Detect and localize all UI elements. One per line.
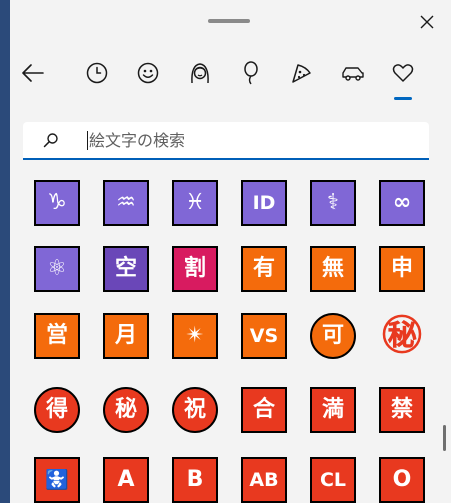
balloon-icon — [241, 61, 261, 89]
emoji-tile[interactable]: 申 — [379, 246, 425, 292]
pizza-icon — [291, 62, 313, 88]
scrollbar-thumb[interactable] — [443, 425, 446, 451]
emoji-tile-label: ♒ — [116, 190, 136, 215]
emoji-tile-label: 得 — [45, 397, 68, 422]
emoji-tile-label: ✴ — [185, 323, 205, 348]
emoji-tile-label: ID — [252, 191, 276, 214]
person-icon — [189, 61, 211, 89]
close-button[interactable] — [414, 10, 440, 36]
text-caret — [87, 131, 88, 150]
emoji-tile[interactable]: 営 — [34, 313, 80, 359]
tab-smileys[interactable] — [133, 58, 163, 92]
emoji-tile[interactable]: A — [103, 457, 149, 503]
emoji-tile-label: B — [186, 467, 204, 492]
tab-celebration[interactable] — [236, 58, 266, 92]
emoji-tile-label: AB — [249, 468, 279, 491]
clock-icon — [86, 62, 108, 88]
emoji-tile-label: ⚛ — [47, 256, 67, 281]
emoji-tile-label: 禁 — [390, 397, 413, 422]
heart-icon — [392, 63, 414, 87]
emoji-tile-label: CL — [319, 468, 347, 491]
tab-people[interactable] — [185, 58, 215, 92]
emoji-tile[interactable]: O — [379, 457, 425, 503]
emoji-tile[interactable]: 満 — [310, 387, 356, 433]
emoji-tile-label: VS — [249, 324, 279, 347]
emoji-tile[interactable]: B — [172, 457, 218, 503]
emoji-grid: ♑ ♒ ♓ ID ⚕ ∞ ⚛ 空割有無申営月 ✴ VS 可㊙得秘祝合満禁 🚼 A B AB CL O — [10, 168, 451, 503]
emoji-tile[interactable]: 秘 — [103, 387, 149, 433]
emoji-tile[interactable]: ⚛ — [34, 246, 80, 292]
emoji-tile-label: ♓ — [185, 190, 205, 215]
emoji-tile-label: ㊙ — [382, 313, 422, 359]
emoji-tile[interactable]: CL — [310, 457, 356, 503]
drag-handle[interactable] — [208, 19, 250, 23]
emoji-tile-label: 可 — [321, 323, 344, 348]
emoji-tile-label: 営 — [45, 323, 68, 348]
emoji-tile-label: 無 — [321, 256, 344, 281]
back-arrow-icon — [22, 64, 44, 86]
emoji-tile-label: 🚼 — [45, 468, 69, 491]
tab-food[interactable] — [287, 58, 317, 92]
emoji-tile[interactable]: 可 — [310, 313, 356, 359]
emoji-tile-label: 割 — [183, 256, 206, 281]
emoji-tile[interactable]: 空 — [103, 246, 149, 292]
emoji-tile-label: ⚕ — [327, 190, 339, 215]
emoji-tile[interactable]: ✴ — [172, 313, 218, 359]
tab-recent[interactable] — [82, 58, 112, 92]
emoji-tile-label: 祝 — [183, 397, 206, 422]
emoji-tile-label: 空 — [114, 256, 137, 281]
emoji-tile-label: ♑ — [47, 190, 67, 215]
emoji-tile[interactable]: 有 — [241, 246, 287, 292]
emoji-tile-label: 合 — [252, 397, 275, 422]
emoji-tile-label: 申 — [390, 256, 413, 281]
emoji-tile-label: ∞ — [392, 190, 412, 215]
emoji-tile[interactable]: ∞ — [379, 180, 425, 226]
emoji-tile[interactable]: 祝 — [172, 387, 218, 433]
emoji-tile[interactable]: ㊙ — [379, 313, 425, 359]
emoji-tile-label: 月 — [114, 323, 137, 348]
emoji-tile[interactable]: ID — [241, 180, 287, 226]
search-icon — [43, 132, 59, 152]
emoji-tile[interactable]: AB — [241, 457, 287, 503]
active-tab-indicator — [394, 97, 412, 100]
emoji-tile[interactable]: 割 — [172, 246, 218, 292]
emoji-tile[interactable]: 無 — [310, 246, 356, 292]
tab-symbols[interactable] — [388, 58, 418, 92]
emoji-tile[interactable]: ♓ — [172, 180, 218, 226]
back-button[interactable] — [18, 58, 48, 92]
emoji-tile[interactable]: 得 — [34, 387, 80, 433]
emoji-tile-label: O — [392, 467, 412, 492]
emoji-tile-label: 秘 — [114, 397, 137, 422]
emoji-tile[interactable]: 月 — [103, 313, 149, 359]
emoji-tile-label: 有 — [252, 256, 275, 281]
search-box[interactable] — [23, 122, 429, 160]
emoji-tile[interactable]: ♑ — [34, 180, 80, 226]
emoji-panel: ♑♒♓ID⚕∞⚛空割有無申営月✴VS可㊙得秘祝合満禁🚼ABABCLO — [10, 0, 451, 503]
close-icon — [420, 14, 434, 33]
emoji-tile-label: A — [117, 467, 135, 492]
tab-travel[interactable] — [338, 58, 368, 92]
emoji-tile[interactable]: ♒ — [103, 180, 149, 226]
category-nav — [10, 58, 451, 102]
search-input[interactable] — [89, 126, 409, 154]
emoji-tile[interactable]: 🚼 — [34, 457, 80, 503]
emoji-tile[interactable]: 禁 — [379, 387, 425, 433]
smiley-icon — [137, 62, 159, 88]
emoji-tile[interactable]: ⚕ — [310, 180, 356, 226]
emoji-tile-label: 満 — [321, 397, 344, 422]
emoji-tile[interactable]: VS — [241, 313, 287, 359]
car-icon — [341, 64, 365, 86]
emoji-tile[interactable]: 合 — [241, 387, 287, 433]
